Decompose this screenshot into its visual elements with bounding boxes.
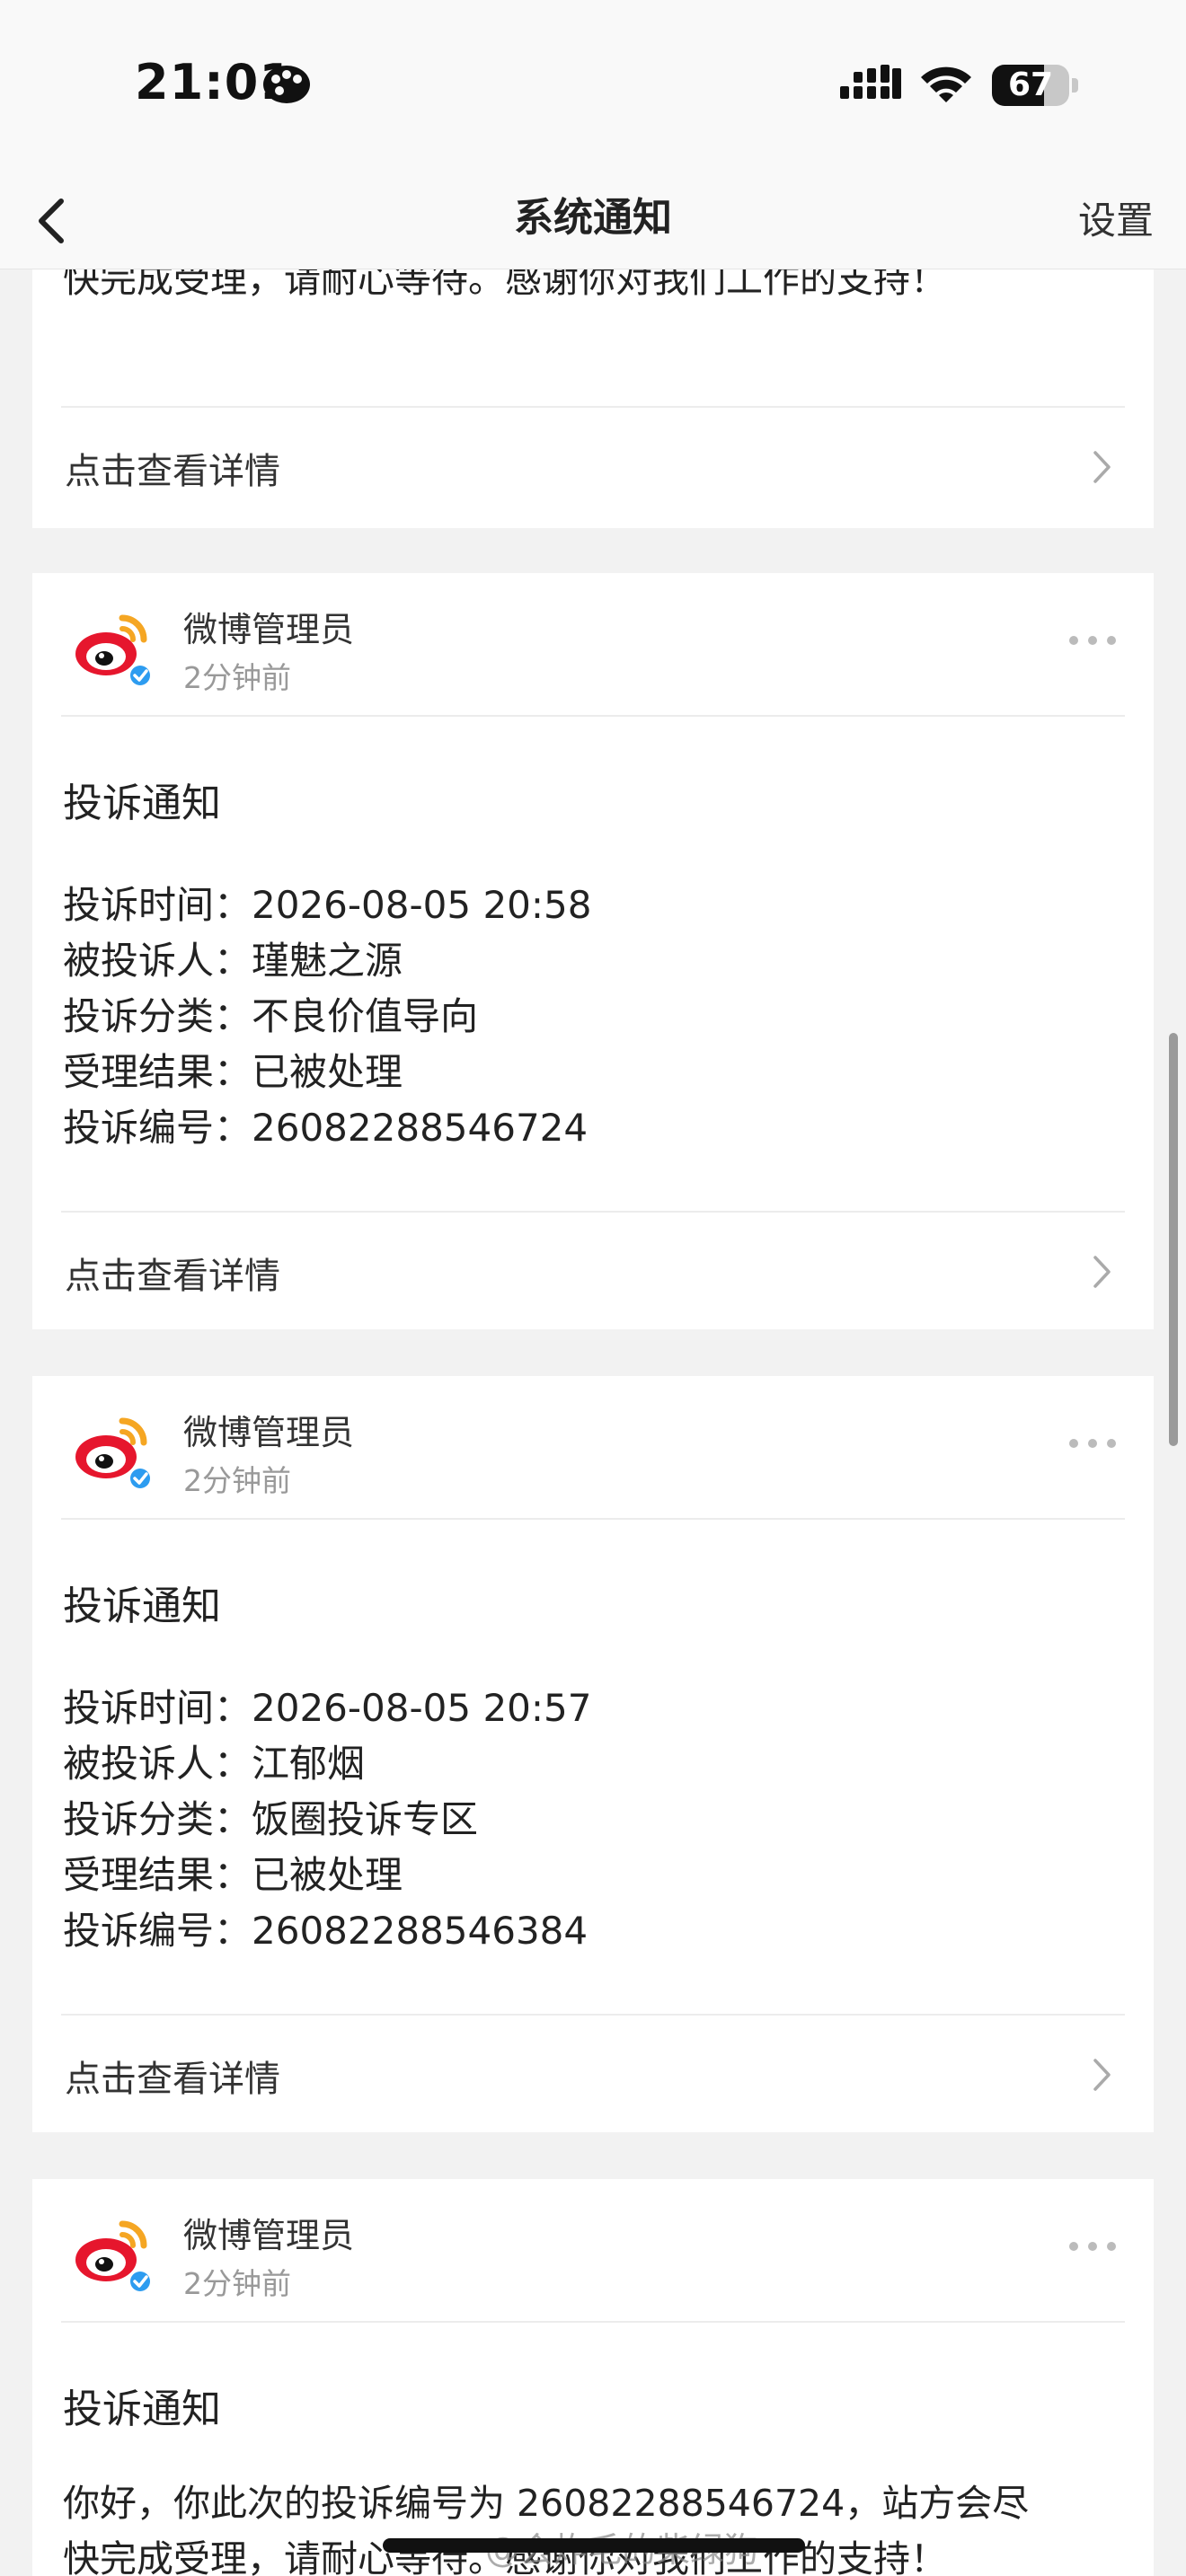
settings-button[interactable]: 设置 bbox=[1078, 190, 1154, 245]
result-field: 受理结果：已被处理 bbox=[63, 1853, 403, 1897]
battery-percent: 67 bbox=[1007, 66, 1054, 103]
weibo-logo-avatar bbox=[75, 614, 153, 688]
notification-card: 微博管理员 2分钟前 投诉通知 投诉时间：2026-08-05 20:57 被投… bbox=[32, 1376, 1154, 2132]
notification-title: 投诉通知 bbox=[63, 1584, 221, 1629]
status-bar: 21:01 67 bbox=[0, 0, 1186, 171]
battery-icon: 67 bbox=[992, 65, 1078, 106]
chevron-right-icon[interactable] bbox=[1091, 2055, 1114, 2095]
view-details-link[interactable]: 点击查看详情 bbox=[65, 2050, 280, 2102]
wifi-icon bbox=[921, 66, 971, 102]
weibo-logo-avatar bbox=[75, 2220, 153, 2294]
notification-title: 投诉通知 bbox=[63, 2386, 221, 2432]
view-details-link[interactable]: 点击查看详情 bbox=[65, 442, 280, 494]
timestamp: 2分钟前 bbox=[183, 660, 291, 695]
complaint-time-field: 投诉时间：2026-08-05 20:58 bbox=[63, 883, 592, 927]
timestamp: 2分钟前 bbox=[183, 2266, 291, 2301]
complaint-number-field: 投诉编号：26082288546724 bbox=[63, 1106, 589, 1150]
complaint-number-field: 投诉编号：26082288546384 bbox=[63, 1909, 589, 1953]
notification-title: 投诉通知 bbox=[63, 781, 221, 826]
more-options-icon[interactable] bbox=[1067, 1437, 1118, 1450]
sender-name[interactable]: 微博管理员 bbox=[183, 2208, 354, 2257]
screen: 21:01 67 系统通知 设置 快完成受理，请耐心等待。感谢你对我们工作的支持… bbox=[0, 0, 1186, 2576]
nav-bar: 系统通知 设置 bbox=[0, 171, 1186, 269]
scroll-indicator[interactable] bbox=[1169, 1033, 1178, 1446]
timestamp: 2分钟前 bbox=[183, 1463, 291, 1498]
more-options-icon[interactable] bbox=[1067, 2240, 1118, 2253]
home-indicator[interactable] bbox=[383, 2538, 805, 2553]
chevron-right-icon[interactable] bbox=[1091, 1252, 1114, 1292]
page-title: 系统通知 bbox=[514, 195, 672, 241]
sender-name[interactable]: 微博管理员 bbox=[183, 602, 354, 651]
complained-user-field: 被投诉人：江郁烟 bbox=[63, 1742, 366, 1786]
cellular-signal-icon bbox=[840, 65, 901, 99]
notification-card: 微博管理员 2分钟前 投诉通知 你好，你此次的投诉编号为 26082288546… bbox=[32, 2179, 1154, 2576]
complained-user-field: 被投诉人：瑾魅之源 bbox=[63, 939, 403, 983]
result-field: 受理结果：已被处理 bbox=[63, 1050, 403, 1094]
weibo-logo-avatar bbox=[75, 1417, 153, 1491]
chevron-right-icon[interactable] bbox=[1091, 447, 1114, 487]
complaint-time-field: 投诉时间：2026-08-05 20:57 bbox=[63, 1686, 592, 1730]
complaint-category-field: 投诉分类：饭圈投诉专区 bbox=[63, 1797, 479, 1841]
notification-card: 微博管理员 2分钟前 投诉通知 投诉时间：2026-08-05 20:58 被投… bbox=[32, 573, 1154, 1329]
view-details-link[interactable]: 点击查看详情 bbox=[65, 1247, 280, 1299]
complaint-category-field: 投诉分类：不良价值导向 bbox=[63, 994, 479, 1038]
focus-mode-icon bbox=[263, 66, 310, 103]
sender-name[interactable]: 微博管理员 bbox=[183, 1405, 354, 1454]
more-options-icon[interactable] bbox=[1067, 634, 1118, 647]
